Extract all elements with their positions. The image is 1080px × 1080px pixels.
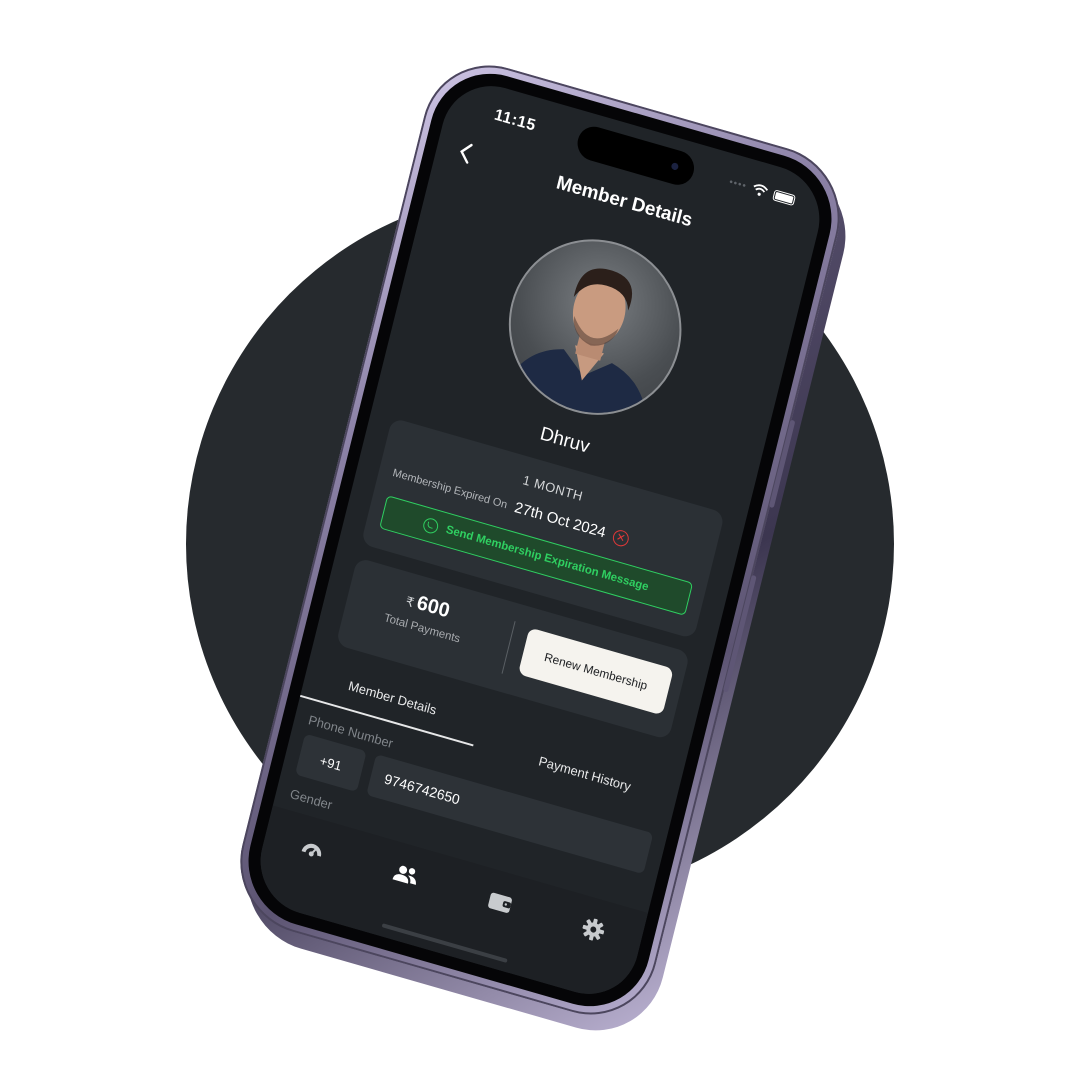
amount-value: 600 bbox=[414, 591, 452, 623]
status-icons: •••• bbox=[727, 176, 797, 206]
avatar[interactable] bbox=[490, 218, 700, 436]
country-code-field[interactable]: +91 bbox=[295, 733, 367, 793]
signal-dots-icon: •••• bbox=[727, 176, 748, 192]
whatsapp-icon bbox=[422, 516, 441, 535]
battery-icon bbox=[772, 188, 797, 206]
member-photo bbox=[502, 268, 647, 431]
renew-membership-button[interactable]: Renew Membership bbox=[517, 627, 674, 716]
wifi-icon bbox=[751, 182, 769, 198]
camera-dot bbox=[670, 162, 680, 171]
members-icon bbox=[392, 865, 417, 885]
tab-payment-history[interactable]: Payment History bbox=[501, 743, 668, 804]
gender-label: Gender bbox=[288, 786, 334, 813]
total-payments: ₹600 Total Payments bbox=[344, 573, 508, 657]
status-time: 11:15 bbox=[492, 106, 538, 135]
tabbar-members[interactable] bbox=[387, 861, 423, 898]
expired-close-icon: ✕ bbox=[611, 527, 631, 548]
tabbar-wallet[interactable] bbox=[481, 888, 517, 925]
phone-device: 11:15 •••• Member Details Dhruv 1 MONTH … bbox=[225, 48, 861, 1048]
tabbar-dashboard[interactable] bbox=[293, 834, 329, 871]
wallet-icon bbox=[487, 892, 512, 913]
tabbar-settings[interactable] bbox=[575, 915, 611, 952]
dashboard-icon bbox=[301, 843, 321, 857]
settings-icon bbox=[582, 918, 605, 941]
currency-symbol: ₹ bbox=[404, 593, 416, 611]
